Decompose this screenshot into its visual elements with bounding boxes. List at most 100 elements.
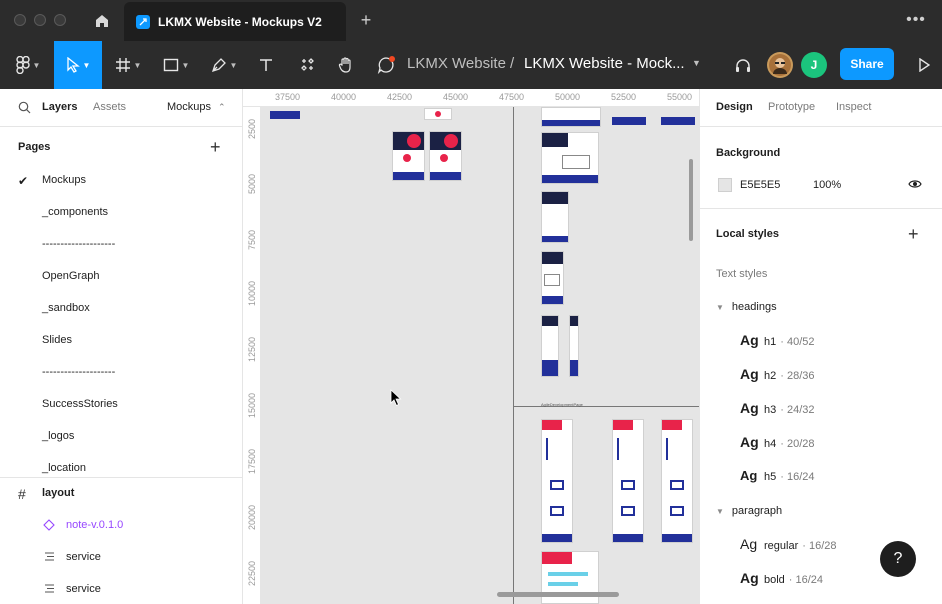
new-tab-button[interactable]: + [356, 10, 376, 30]
background-opacity-value[interactable]: 100% [813, 179, 841, 191]
tab-assets[interactable]: Assets [93, 101, 126, 113]
hand-tool-button[interactable] [330, 41, 362, 89]
group-name: paragraph [731, 505, 783, 517]
page-item[interactable]: -------------------- [42, 238, 115, 250]
chevron-down-icon[interactable]: ▼ [692, 58, 701, 68]
text-style-sample: Ag [740, 434, 759, 450]
close-window-button[interactable] [14, 14, 26, 26]
mockup-frame[interactable] [270, 111, 300, 119]
main-menu-button[interactable]: ▼ [4, 41, 52, 89]
text-style-item[interactable]: Ag regular · 16/28 [740, 536, 837, 552]
design-canvas[interactable]: 37500 40000 42500 45000 47500 50000 5250… [243, 89, 699, 604]
resources-tool-button[interactable] [292, 41, 324, 89]
chevron-down-icon: ▼ [133, 60, 142, 70]
tab-prototype[interactable]: Prototype [768, 101, 815, 113]
text-style-item[interactable]: Ag h4 · 20/28 [740, 434, 815, 450]
pen-icon [211, 58, 226, 73]
home-button[interactable] [82, 0, 122, 41]
tab-layers[interactable]: Layers [42, 101, 77, 113]
shape-tool-button[interactable]: ▼ [154, 41, 198, 89]
layer-row-layout[interactable]: # layout [0, 477, 243, 509]
search-icon[interactable] [18, 101, 31, 114]
mockup-frame[interactable] [569, 315, 579, 377]
tab-inspect[interactable]: Inspect [836, 101, 871, 113]
add-page-button[interactable]: + [210, 138, 221, 156]
mockup-frame[interactable] [541, 132, 599, 184]
collaborator-avatar[interactable] [767, 52, 793, 78]
tab-design[interactable]: Design [716, 101, 753, 113]
text-style-item[interactable]: Ag h3 · 24/32 [740, 400, 815, 416]
figma-app: LKMX Website - Mockups V2 + ••• ▼ ▼ ▼ ▼ … [0, 0, 942, 604]
chevron-up-icon[interactable]: ⌃ [218, 102, 226, 113]
page-item[interactable]: Mockups [42, 174, 86, 186]
mockup-frame[interactable] [424, 108, 452, 120]
eye-icon[interactable] [908, 179, 922, 189]
component-instance-icon [43, 519, 55, 531]
layer-row-service[interactable]: service [0, 541, 243, 573]
horizontal-scrollbar[interactable] [497, 592, 619, 597]
mockup-frame[interactable] [541, 315, 559, 377]
text-style-item[interactable]: Ag bold · 16/24 [740, 570, 823, 586]
hand-icon [338, 57, 351, 73]
page-item[interactable]: _logos [42, 430, 74, 442]
pen-tool-button[interactable]: ▼ [202, 41, 246, 89]
page-item[interactable]: -------------------- [42, 366, 115, 378]
text-style-item[interactable]: Ag h2 · 28/36 [740, 366, 815, 382]
text-style-item[interactable]: Ag h1 · 40/52 [740, 332, 815, 348]
frame-tool-button[interactable]: ▼ [106, 41, 150, 89]
page-item[interactable]: _location [42, 462, 86, 474]
style-group-paragraph[interactable]: ▼ paragraph [716, 505, 782, 517]
comment-tool-button[interactable] [370, 41, 402, 89]
text-style-name: h3 [764, 404, 777, 416]
share-button[interactable]: Share [840, 48, 894, 80]
breadcrumb-separator: / [510, 55, 515, 72]
text-style-sample: Ag [740, 468, 758, 483]
page-item[interactable]: _sandbox [42, 302, 90, 314]
page-selector[interactable]: Mockups [167, 101, 211, 113]
home-icon [96, 14, 108, 27]
mockup-frame[interactable] [612, 117, 646, 125]
vertical-scrollbar[interactable] [689, 159, 693, 241]
mockup-frame[interactable] [661, 117, 695, 125]
move-tool-button[interactable]: ▼ [54, 41, 102, 89]
breadcrumb-file-name[interactable]: LKMX Website - Mock... [524, 55, 685, 72]
more-options-button[interactable]: ••• [904, 10, 928, 30]
mockup-frame[interactable] [392, 131, 425, 181]
page-item[interactable]: OpenGraph [42, 270, 99, 282]
mockup-frame[interactable] [612, 419, 644, 543]
text-tool-button[interactable] [250, 41, 282, 89]
text-style-name: regular [764, 540, 799, 552]
background-color-swatch[interactable] [718, 178, 732, 192]
page-item[interactable]: Slides [42, 334, 72, 346]
style-group-headings[interactable]: ▼ headings [716, 301, 777, 313]
minimize-window-button[interactable] [34, 14, 46, 26]
present-button[interactable] [910, 41, 938, 89]
ruler-tick: 15000 [247, 392, 257, 418]
ruler-tick: 52500 [611, 92, 637, 102]
breadcrumb-project[interactable]: LKMX Website [407, 55, 506, 72]
layer-row-note[interactable]: note-v.0.1.0 [0, 509, 243, 541]
audio-button[interactable] [728, 41, 758, 89]
layer-row-service[interactable]: service [0, 573, 243, 604]
file-tab[interactable]: LKMX Website - Mockups V2 [124, 2, 346, 41]
text-style-item[interactable]: Ag h5 · 16/24 [740, 468, 815, 483]
help-button[interactable]: ? [880, 541, 916, 577]
mockup-frame[interactable] [541, 251, 564, 305]
mockup-frame[interactable] [541, 107, 601, 127]
mockup-frame[interactable] [541, 191, 569, 243]
pages-section-title: Pages [18, 141, 51, 153]
background-hex-value[interactable]: E5E5E5 [740, 179, 780, 191]
zoom-window-button[interactable] [54, 14, 66, 26]
page-item[interactable]: SuccessStories [42, 398, 118, 410]
section-label[interactable]: AgileDevelopmentPage [541, 402, 583, 407]
ruler-tick: 50000 [555, 92, 581, 102]
page-item[interactable]: _components [42, 206, 108, 218]
auto-layout-icon [45, 552, 54, 561]
ruler-tick: 17500 [247, 448, 257, 474]
current-user-avatar[interactable]: J [801, 52, 827, 78]
add-style-button[interactable]: + [908, 225, 919, 243]
mockup-frame[interactable] [661, 419, 693, 543]
rectangle-icon [163, 58, 178, 72]
mockup-frame[interactable] [429, 131, 462, 181]
mockup-frame[interactable] [541, 419, 573, 543]
